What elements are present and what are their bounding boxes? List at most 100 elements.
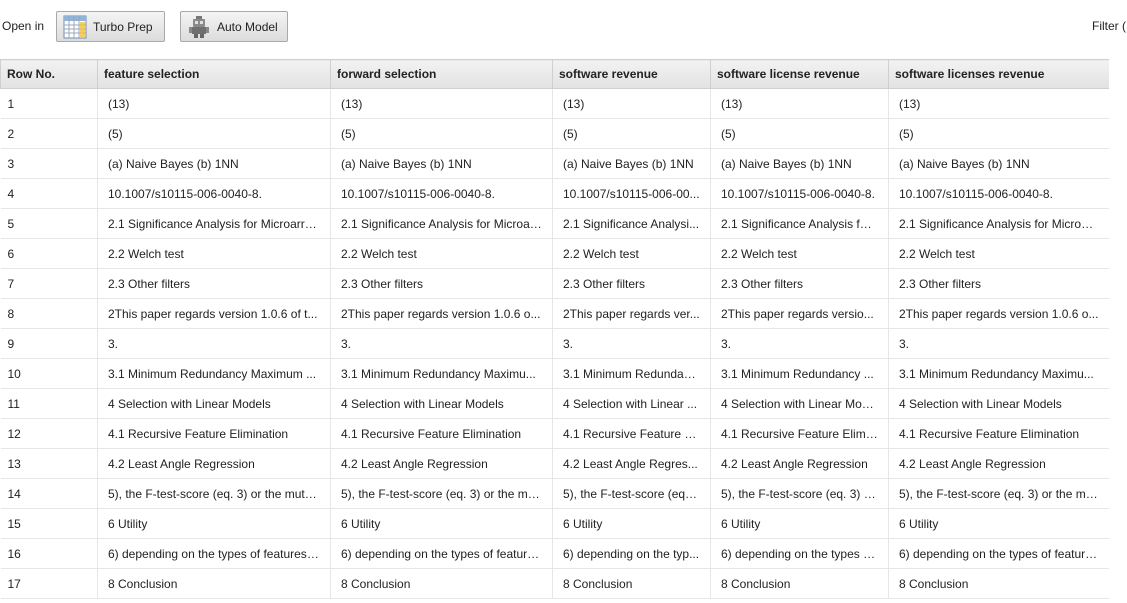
row-number-cell: 1 — [0, 88, 98, 119]
table-cell: 3.1 Minimum Redundancy Maximu... — [888, 358, 1109, 389]
table-cell: 10.1007/s10115-006-0040-8. — [888, 178, 1109, 209]
table-cell: 2.2 Welch test — [97, 238, 331, 269]
table-cell: 6 Utility — [888, 508, 1109, 539]
table-row[interactable]: 7 2.3 Other filters 2.3 Other filters 2.3 O… — [0, 268, 1109, 299]
table-cell: 5), the F-test-score (eq. 3) or the mu..… — [330, 478, 553, 509]
table-cell: 2.3 Other filters — [888, 268, 1109, 299]
table-cell: (13) — [97, 88, 331, 119]
table-row[interactable]: 10 3.1 Minimum Redundancy Maximum ... 3.1 … — [0, 358, 1109, 389]
table-cell: 4 Selection with Linear Models — [330, 388, 553, 419]
table-cell: 6 Utility — [710, 508, 889, 539]
table-cell: 2.2 Welch test — [888, 238, 1109, 269]
row-number-cell: 15 — [0, 508, 98, 539]
column-header-software-licenses-revenue[interactable]: software licenses revenue — [888, 59, 1109, 89]
open-in-label: Open in — [2, 19, 45, 33]
table-cell: 2This paper regards versio... — [710, 298, 889, 329]
table-row[interactable]: 3 (a) Naive Bayes (b) 1NN (a) Naive Bayes … — [0, 148, 1109, 179]
table-cell: 6) depending on the types o... — [710, 538, 889, 569]
row-number-cell: 14 — [0, 478, 98, 509]
table-row[interactable]: 13 4.2 Least Angle Regression 4.2 Least An… — [0, 448, 1109, 479]
table-cell: (5) — [552, 118, 711, 149]
table-cell: 4 Selection with Linear Models — [97, 388, 331, 419]
data-table: Row No. feature selection forward select… — [0, 59, 1109, 599]
table-cell: 3.1 Minimum Redundancy Maximu... — [330, 358, 553, 389]
table-cell: 4.1 Recursive Feature Elimination — [330, 418, 553, 449]
row-number-cell: 9 — [0, 328, 98, 359]
table-cell: 3. — [97, 328, 331, 359]
table-cell: (5) — [888, 118, 1109, 149]
table-row[interactable]: 11 4 Selection with Linear Models 4 Select… — [0, 388, 1109, 419]
filter-label: Filter ( — [1092, 19, 1126, 33]
table-cell: 3.1 Minimum Redundancy ... — [710, 358, 889, 389]
table-cell: 2This paper regards version 1.0.6 o... — [888, 298, 1109, 329]
table-cell: 3.1 Minimum Redundancy Maximum ... — [97, 358, 331, 389]
table-cell: 6) depending on the types of feature... — [330, 538, 553, 569]
table-row[interactable]: 2 (5) (5) (5) (5) (5) — [0, 118, 1109, 149]
table-row[interactable]: 4 10.1007/s10115-006-0040-8. 10.1007/s1011… — [0, 178, 1109, 209]
toolbar: Open in Turbo Prep Auto Model Filter ( — [0, 0, 1127, 56]
table-cell: 3.1 Minimum Redundan... — [552, 358, 711, 389]
table-cell: (5) — [710, 118, 889, 149]
table-row[interactable]: 9 3. 3. 3. 3. 3. — [0, 328, 1109, 359]
table-cell: (5) — [330, 118, 553, 149]
row-number-cell: 16 — [0, 538, 98, 569]
column-header-feature-selection[interactable]: feature selection — [97, 59, 331, 89]
table-cell: 2.3 Other filters — [330, 268, 553, 299]
table-cell: 4.2 Least Angle Regres... — [552, 448, 711, 479]
table-row[interactable]: 14 5), the F-test-score (eq. 3) or the mu… — [0, 478, 1109, 509]
table-cell: (5) — [97, 118, 331, 149]
table-row[interactable]: 17 8 Conclusion 8 Conclusion 8 Conclusion 8 … — [0, 568, 1109, 599]
table-cell: 6 Utility — [97, 508, 331, 539]
table-row[interactable]: 16 6) depending on the types of features … — [0, 538, 1109, 569]
column-header-row-no[interactable]: Row No. — [0, 59, 98, 89]
table-cell: 3. — [330, 328, 553, 359]
table-row[interactable]: 6 2.2 Welch test 2.2 Welch test 2.2 Welch t… — [0, 238, 1109, 269]
column-header-forward-selection[interactable]: forward selection — [330, 59, 553, 89]
table-body: 1 (13) (13) (13) (13) (13) 2 (5) (5) (5) (5) (5) 3 (a… — [0, 88, 1109, 599]
table-cell: 2.1 Significance Analysis for Microar... — [330, 208, 553, 239]
table-row[interactable]: 5 2.1 Significance Analysis for Microarra… — [0, 208, 1109, 239]
table-cell: (13) — [552, 88, 711, 119]
table-cell: 2.2 Welch test — [330, 238, 553, 269]
table-cell: 4.1 Recursive Feature Elimination — [97, 418, 331, 449]
table-cell: 8 Conclusion — [552, 568, 711, 599]
row-number-cell: 4 — [0, 178, 98, 209]
table-cell: 6 Utility — [552, 508, 711, 539]
column-header-software-revenue[interactable]: software revenue — [552, 59, 711, 89]
table-cell: 4.1 Recursive Feature Elimi... — [710, 418, 889, 449]
table-cell: 4.2 Least Angle Regression — [330, 448, 553, 479]
table-cell: 4 Selection with Linear ... — [552, 388, 711, 419]
data-table-container: Row No. feature selection forward select… — [0, 59, 1109, 603]
table-cell: 8 Conclusion — [888, 568, 1109, 599]
turbo-prep-label: Turbo Prep — [93, 19, 153, 34]
table-cell: 4.2 Least Angle Regression — [97, 448, 331, 479]
table-cell: 10.1007/s10115-006-0040-8. — [710, 178, 889, 209]
table-header-row: Row No. feature selection forward select… — [0, 59, 1109, 89]
auto-model-button[interactable]: Auto Model — [180, 11, 288, 42]
table-cell: 4.2 Least Angle Regression — [888, 448, 1109, 479]
table-cell: (13) — [888, 88, 1109, 119]
table-cell: 2.3 Other filters — [552, 268, 711, 299]
table-cell: 2.2 Welch test — [552, 238, 711, 269]
column-header-software-license-revenue[interactable]: software license revenue — [710, 59, 889, 89]
table-cell: 6) depending on the types of features ..… — [97, 538, 331, 569]
table-cell: 8 Conclusion — [330, 568, 553, 599]
table-cell: 8 Conclusion — [710, 568, 889, 599]
table-row[interactable]: 12 4.1 Recursive Feature Elimination 4.1 R… — [0, 418, 1109, 449]
row-number-cell: 7 — [0, 268, 98, 299]
row-number-cell: 2 — [0, 118, 98, 149]
table-cell: 2.3 Other filters — [710, 268, 889, 299]
table-row[interactable]: 15 6 Utility 6 Utility 6 Utility 6 Utility 6 … — [0, 508, 1109, 539]
table-cell: (13) — [330, 88, 553, 119]
table-row[interactable]: 8 2This paper regards version 1.0.6 of t.… — [0, 298, 1109, 329]
table-row[interactable]: 1 (13) (13) (13) (13) (13) — [0, 88, 1109, 119]
table-cell: 2.1 Significance Analysis for... — [710, 208, 889, 239]
row-number-cell: 11 — [0, 388, 98, 419]
table-cell: 2This paper regards version 1.0.6 of t..… — [97, 298, 331, 329]
row-number-cell: 12 — [0, 418, 98, 449]
table-cell: 2.1 Significance Analysis for Microarra.… — [97, 208, 331, 239]
table-cell: 5), the F-test-score (eq. 3) or the mutu… — [97, 478, 331, 509]
turbo-prep-button[interactable]: Turbo Prep — [56, 11, 165, 42]
table-cell: (a) Naive Bayes (b) 1NN — [710, 148, 889, 179]
table-cell: 2.2 Welch test — [710, 238, 889, 269]
